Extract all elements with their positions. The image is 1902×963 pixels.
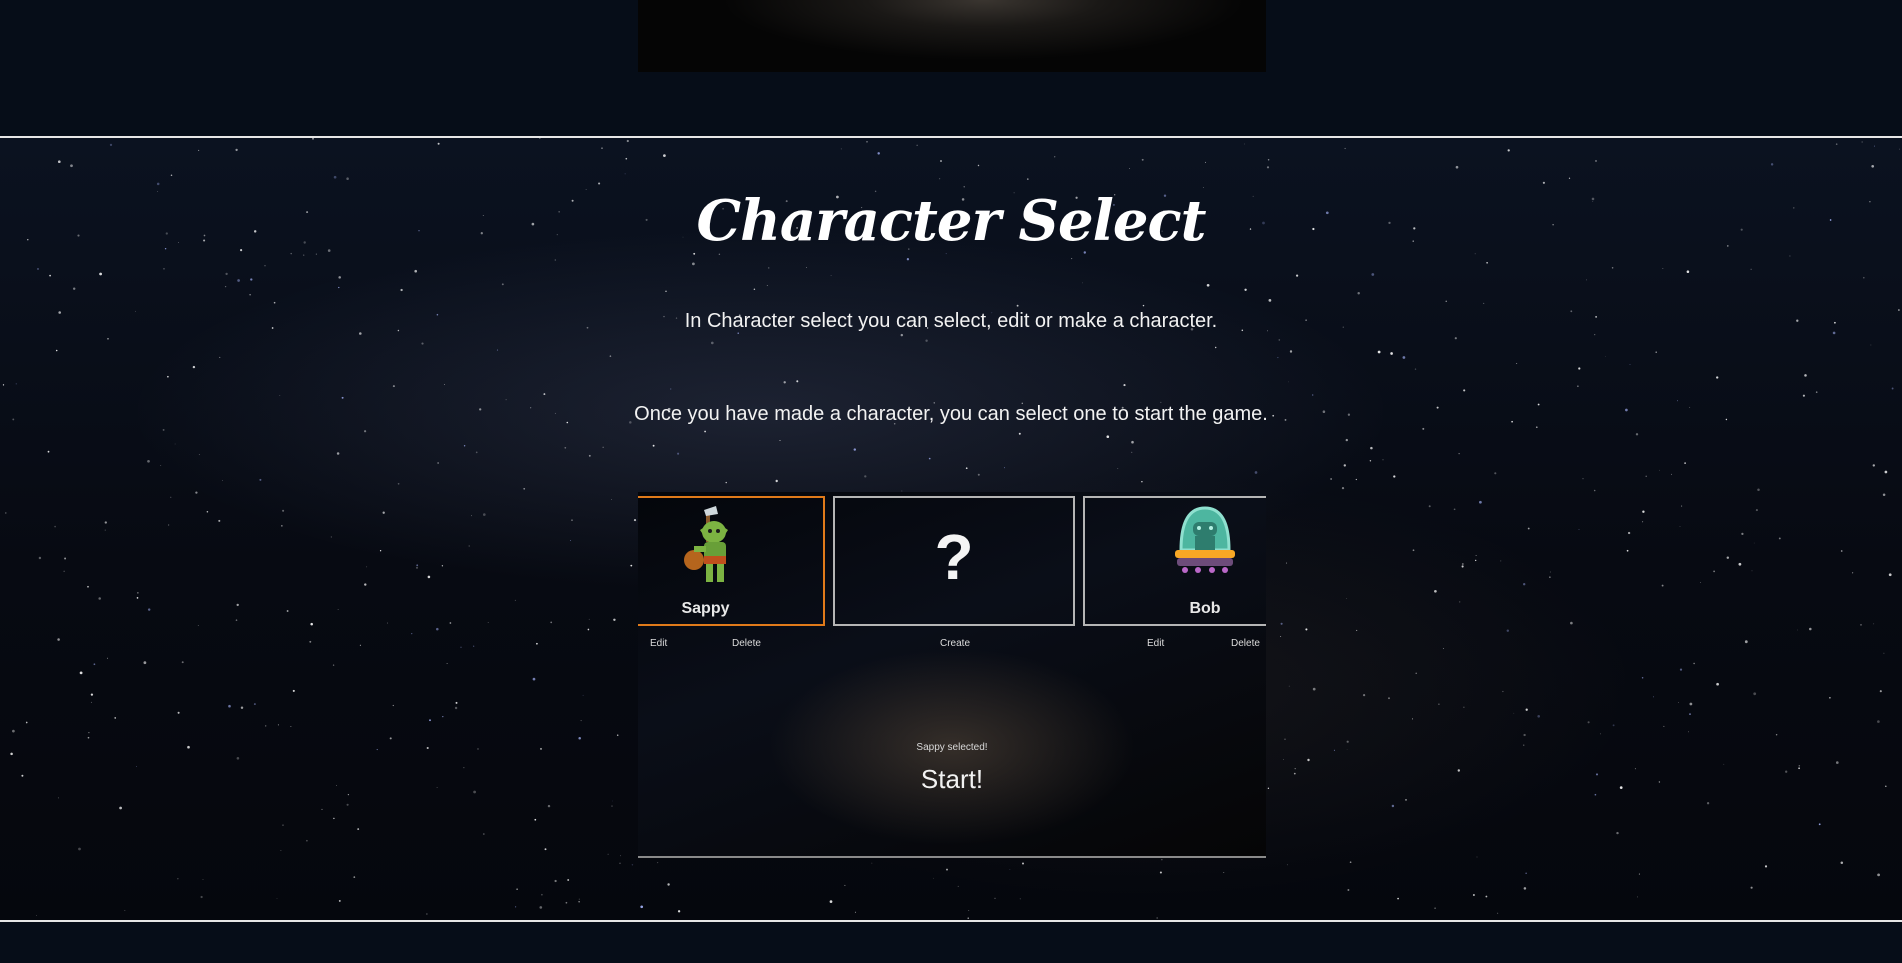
section-title: Character Select [696,188,1207,254]
edit-sappy-link[interactable]: Edit [650,638,667,649]
bottom-band [0,922,1902,963]
alien-robot-icon [1175,506,1235,573]
previous-section-image [638,0,1266,72]
character-select-section: Character Select In Character select you… [0,138,1902,922]
character-card-bob[interactable]: Bob [1083,496,1266,626]
edit-bob-link[interactable]: Edit [1147,638,1164,649]
delete-sappy-link[interactable]: Delete [732,638,761,649]
question-mark-icon: ? [934,521,974,593]
selection-status: Sappy selected! [916,742,988,753]
create-character-link[interactable]: Create [940,638,970,649]
goblin-icon [684,506,728,582]
top-band [0,0,1902,138]
character-select-screenshot: Sappy Edit Delete ? Create Bob Edit Dele… [638,492,1266,858]
character-name-bob: Bob [1189,600,1221,617]
create-character-card[interactable]: ? [833,496,1075,626]
start-button[interactable]: Start! [638,764,1266,795]
delete-bob-link[interactable]: Delete [1231,638,1260,649]
character-name-sappy: Sappy [681,600,730,617]
section-paragraph-start: Once you have made a character, you can … [634,403,1268,425]
character-card-sappy: Sappy [638,496,825,626]
section-paragraph-select: In Character select you can select, edit… [684,310,1218,332]
